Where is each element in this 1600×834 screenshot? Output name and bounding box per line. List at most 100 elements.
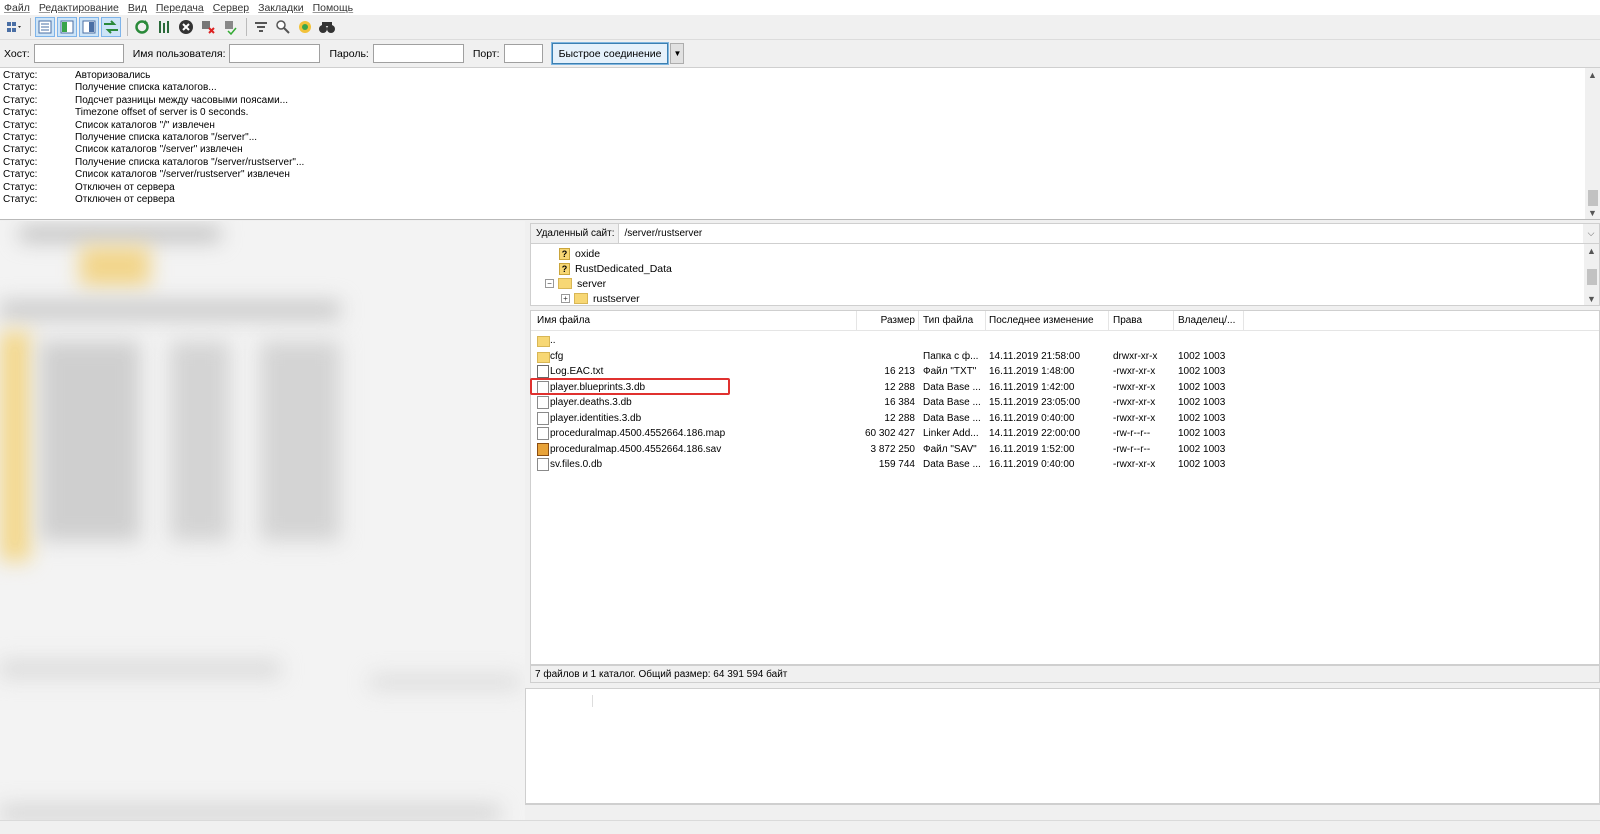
tree-item-server[interactable]: − server	[545, 276, 606, 291]
toggle-queue-icon[interactable]	[101, 17, 121, 37]
quickconnect-history-dropdown[interactable]: ▼	[670, 43, 685, 64]
menu-item[interactable]: Вид	[128, 2, 147, 14]
scroll-down-icon[interactable]: ▼	[1585, 206, 1600, 219]
log-line-text: Подсчет разницы между часовыми поясами..…	[75, 94, 289, 106]
search-icon[interactable]	[317, 17, 337, 37]
tree-scrollbar[interactable]: ▲ ▼	[1584, 244, 1599, 305]
menu-item[interactable]: Сервер	[213, 2, 249, 14]
tree-item-rustserver[interactable]: + rustserver	[561, 291, 640, 306]
scroll-thumb[interactable]	[1587, 269, 1597, 285]
remote-directory-tree: ? oxide ? RustDedicated_Data − server + …	[530, 244, 1600, 306]
log-line: Статус: Отключен от сервера	[3, 182, 304, 194]
column-header-permissions[interactable]: Права	[1113, 315, 1142, 326]
file-permissions: -rwxr-xr-x	[1113, 397, 1156, 408]
file-size: 16 384	[884, 397, 915, 408]
text-file-icon	[537, 365, 549, 378]
scroll-up-icon[interactable]: ▲	[1585, 68, 1600, 81]
tree-item-rustdedicated-data[interactable]: ? RustDedicated_Data	[559, 261, 672, 276]
disconnect-icon[interactable]	[198, 17, 218, 37]
tree-item-label: RustDedicated_Data	[575, 262, 672, 275]
expand-icon[interactable]: +	[561, 294, 570, 303]
compare-icon[interactable]	[273, 17, 293, 37]
port-input[interactable]	[503, 44, 543, 63]
tree-item-oxide[interactable]: ? oxide	[559, 246, 600, 261]
log-line: Статус: Отключен от сервера	[3, 194, 304, 206]
username-label: Имя пользователя:	[132, 47, 226, 60]
log-line-text: Авторизовались	[75, 70, 151, 81]
menu-item[interactable]: Файл	[4, 2, 30, 14]
column-header-type[interactable]: Тип файла	[923, 315, 973, 326]
log-line-label: Статус:	[3, 107, 38, 119]
file-size: 159 744	[878, 459, 915, 470]
menu-item[interactable]: Редактирование	[39, 2, 119, 14]
file-permissions: -rwxr-xr-x	[1113, 366, 1156, 377]
column-header-owner[interactable]: Владелец/...	[1178, 315, 1235, 326]
scroll-thumb[interactable]	[1588, 190, 1598, 206]
menu-item[interactable]: Передача	[156, 2, 204, 14]
log-line-label: Статус:	[3, 169, 38, 181]
column-header-filename[interactable]: Имя файла	[537, 315, 590, 326]
log-line: Статус: Список каталогов "/server" извлеч…	[3, 144, 304, 156]
site-manager-icon[interactable]	[4, 17, 24, 37]
file-row[interactable]: player.deaths.3.db 16 384 Data Base ... 15.…	[531, 395, 1599, 411]
log-line-text: Отключен от сервера	[75, 193, 175, 205]
file-row[interactable]: cfg Папка с ф... 14.11.2019 21:58:00 drwxr-…	[531, 349, 1599, 365]
scroll-down-icon[interactable]: ▼	[1584, 292, 1599, 305]
toggle-remote-tree-icon[interactable]	[79, 17, 99, 37]
password-label: Пароль:	[329, 47, 369, 60]
file-size: 3 872 250	[870, 443, 916, 455]
tree-item-label: server	[577, 277, 607, 290]
toggle-log-icon[interactable]	[35, 17, 55, 37]
file-permissions: -rw-r--r--	[1113, 428, 1151, 439]
menu-item[interactable]: Закладки	[258, 2, 303, 14]
log-line-text: Отключен от сервера	[75, 181, 175, 193]
remote-site-bar: Удаленный сайт: /server/rustserver ⌵	[530, 223, 1600, 244]
file-row[interactable]: sv.files.0.db 159 744 Data Base ... 16.11.2…	[531, 457, 1599, 473]
host-input[interactable]	[33, 44, 124, 63]
collapse-icon[interactable]: −	[545, 279, 554, 288]
cancel-icon[interactable]	[176, 17, 196, 37]
sync-browse-icon[interactable]	[295, 17, 315, 37]
status-bar	[0, 820, 1600, 834]
file-owner: 1002 1003	[1178, 459, 1226, 470]
filter-icon[interactable]	[154, 17, 174, 37]
column-header-modified[interactable]: Последнее изменение	[989, 315, 1094, 326]
scroll-up-icon[interactable]: ▲	[1584, 244, 1599, 257]
log-line-label: Статус:	[3, 70, 38, 81]
remote-site-label: Удаленный сайт:	[531, 224, 620, 243]
log-scrollbar[interactable]: ▲ ▼	[1585, 68, 1600, 219]
file-row[interactable]: ..	[531, 333, 1599, 349]
column-header-size[interactable]: Размер	[879, 315, 915, 326]
file-type: Data Base ...	[923, 397, 981, 408]
toggle-local-tree-icon[interactable]	[57, 17, 77, 37]
toolbar-separator	[246, 18, 247, 36]
quickconnect-button[interactable]: Быстрое соединение	[550, 42, 670, 65]
file-owner: 1002 1003	[1178, 350, 1226, 362]
file-type: Data Base ...	[923, 412, 981, 424]
reconnect-icon[interactable]	[220, 17, 240, 37]
map-file-icon	[537, 427, 549, 440]
log-line-label: Статус:	[3, 193, 38, 205]
log-line-text: Список каталогов "/server" извлечен	[75, 144, 243, 156]
menu-item[interactable]: Помощь	[313, 2, 354, 14]
folder-icon	[537, 336, 550, 347]
file-row[interactable]: proceduralmap.4500.4552664.186.map 60 302…	[531, 426, 1599, 442]
file-type: Папка с ф...	[923, 350, 979, 362]
file-owner: 1002 1003	[1178, 443, 1226, 455]
password-input[interactable]	[372, 44, 464, 63]
chevron-down-icon[interactable]: ⌵	[1583, 228, 1599, 239]
quickconnect-bar: Хост: Имя пользователя: Пароль: Порт: Бы…	[0, 40, 1600, 68]
file-row[interactable]: proceduralmap.4500.4552664.186.sav 3 872 …	[531, 442, 1599, 458]
tree-item-label: rustserver	[593, 292, 640, 305]
username-input[interactable]	[229, 44, 321, 63]
file-row[interactable]: player.identities.3.db 12 288 Data Base ..…	[531, 411, 1599, 427]
transfer-queue	[525, 688, 1600, 804]
log-line: Статус: Список каталогов "/" извлечен	[3, 120, 304, 132]
log-line-label: Статус:	[3, 82, 38, 94]
folder-icon	[574, 293, 588, 304]
directory-listing-filters-icon[interactable]	[251, 17, 271, 37]
remote-path-input[interactable]: /server/rustserver	[619, 224, 1583, 243]
log-line: Статус: Timezone offset of server is 0 se…	[3, 107, 304, 119]
file-list-header: Имя файла Размер Тип файла Последнее изм…	[531, 311, 1599, 331]
refresh-icon[interactable]	[132, 17, 152, 37]
